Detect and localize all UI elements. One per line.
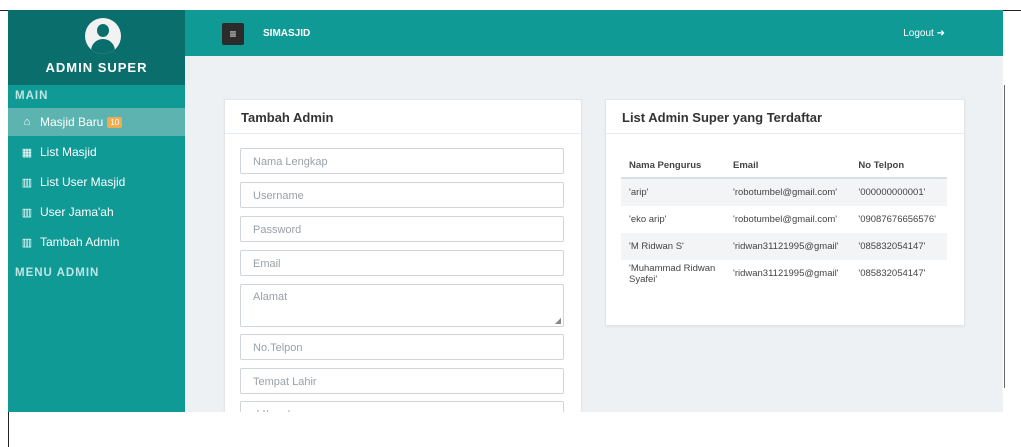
nama-lengkap-input[interactable]: Nama Lengkap [240,148,564,174]
tambah-admin-card: Tambah Admin Nama Lengkap Username Passw… [224,99,582,412]
card-title: List Admin Super yang Terdaftar [622,110,823,125]
table-cell: 'M Ridwan S' [621,233,725,260]
email-input[interactable]: Email [240,250,564,276]
table-cell: 'ridwan31121995@gmail' [725,233,851,260]
sidebar-item-label: User Jama'ah [40,205,114,219]
table-cell: 'arip' [621,178,725,206]
notification-badge: 10 [107,116,123,128]
tempat-lahir-input[interactable]: Tempat Lahir [240,368,564,394]
sidebar-item-label: List User Masjid [40,175,126,189]
tanggal-lahir-input[interactable]: dd/mm/yyyy [240,401,564,412]
table-header-row: Nama Pengurus Email No Telpon [621,153,947,179]
table-cell: '09087676656576' [858,214,936,225]
sidebar: ADMIN SUPER MAIN ⌂ Masjid Baru 10 ▦ List… [8,10,185,412]
bar-chart-icon: ▥ [21,236,33,249]
top-navbar: ≡ SIMASJID Logout ➜ [185,10,1003,56]
table-cell: 'robotumbel@gmail.com' [725,178,851,206]
table-cell: '085832054147' [858,268,926,279]
admin-table: Nama Pengurus Email No Telpon 'arip' 'ro… [621,153,947,287]
section-main-label: MAIN [15,90,49,102]
table-cell: 'eko arip' [629,214,667,225]
alamat-placeholder: Alamat [253,291,288,303]
table-cell: 'robotumbel@gmail.com' [733,214,838,225]
logout-label: Logout [903,28,934,39]
sidebar-item-list-user-masjid[interactable]: ▥ List User Masjid [8,168,185,196]
sidebar-item-label: Tambah Admin [40,235,120,249]
app-name: SIMASJID [263,28,311,39]
brand-title: ADMIN SUPER [45,60,148,75]
table-row: 'Muhammad Ridwan Syafei' 'ridwan31121995… [621,260,947,287]
table-cell: '085832054147' [850,233,947,260]
bar-chart-icon: ▥ [21,176,33,189]
table-row: 'eko arip' 'robotumbel@gmail.com' '09087… [621,206,947,233]
section-menu-admin-label: MENU ADMIN [15,267,100,279]
building-icon: ▦ [21,146,33,159]
logout-icon: ➜ [936,28,945,39]
table-row: 'M Ridwan S' 'ridwan31121995@gmail' '085… [621,233,947,260]
table-cell: 'ridwan31121995@gmail' [733,268,839,279]
sidebar-item-user-jamaah[interactable]: ▥ User Jama'ah [8,198,185,226]
menu-toggle-button[interactable]: ≡ [222,23,244,45]
bar-chart-icon: ▥ [21,206,33,219]
avatar [85,18,121,54]
table-cell: '000000000001' [850,178,947,206]
sidebar-item-label: List Masjid [40,145,97,159]
sidebar-brand: ADMIN SUPER [8,10,185,85]
sidebar-item-label: Masjid Baru [40,115,104,129]
sidebar-item-list-masjid[interactable]: ▦ List Masjid [8,138,185,166]
logout-link[interactable]: Logout ➜ [903,28,945,39]
hamburger-icon: ≡ [229,27,237,41]
sidebar-item-tambah-admin[interactable]: ▥ Tambah Admin [8,228,185,256]
app-window: ADMIN SUPER MAIN ⌂ Masjid Baru 10 ▦ List… [8,10,1003,412]
no-telpon-input[interactable]: No.Telpon [240,334,564,360]
table-cell: 'Muhammad Ridwan Syafei' [629,262,716,285]
alamat-textarea[interactable]: Alamat ◢ [240,284,564,327]
column-header: Nama Pengurus [621,153,725,179]
table-row: 'arip' 'robotumbel@gmail.com' '000000000… [621,178,947,206]
column-header: Email [725,153,851,179]
home-icon: ⌂ [23,116,31,128]
resize-handle-icon[interactable]: ◢ [555,316,561,325]
column-header: No Telpon [850,153,947,179]
username-input[interactable]: Username [240,182,564,208]
sidebar-item-masjid-baru[interactable]: ⌂ Masjid Baru 10 [8,108,185,136]
list-admin-card: List Admin Super yang Terdaftar Nama Pen… [605,99,965,326]
card-title: Tambah Admin [241,110,334,125]
password-input[interactable]: Password [240,216,564,242]
